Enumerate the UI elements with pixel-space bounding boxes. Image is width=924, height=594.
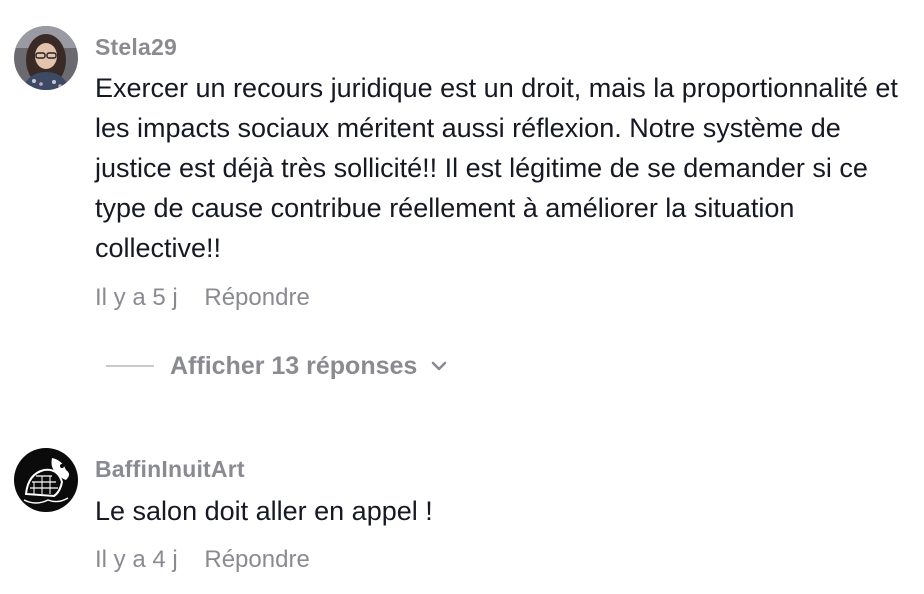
user-avatar-image — [14, 448, 78, 512]
view-replies-label: Afficher 13 réponses — [170, 351, 418, 380]
comment-meta: Il y a 4 j Répondre — [95, 546, 310, 574]
comment-meta: Il y a 5 j Répondre — [95, 284, 310, 312]
view-replies-button[interactable]: Afficher 13 réponses — [106, 346, 449, 386]
comment-item: BaffinInuitArt Le salon doit aller en ap… — [0, 430, 924, 594]
avatar[interactable] — [14, 448, 78, 512]
divider-line — [106, 365, 154, 367]
comment-text: Exercer un recours juridique est un droi… — [95, 73, 898, 263]
user-avatar-image — [14, 26, 78, 90]
comment-timestamp: Il y a 4 j — [95, 546, 178, 573]
reply-button[interactable]: Répondre — [204, 284, 309, 311]
avatar[interactable] — [14, 26, 78, 90]
comment-text: Le salon doit aller en appel ! — [95, 496, 433, 526]
comment-username[interactable]: Stela29 — [95, 34, 177, 61]
chevron-down-icon — [429, 356, 449, 376]
comment-username[interactable]: BaffinInuitArt — [95, 456, 245, 483]
reply-button[interactable]: Répondre — [204, 546, 309, 573]
comment-item: Stela29 Exercer un recours juridique est… — [0, 0, 924, 330]
comment-timestamp: Il y a 5 j — [95, 284, 178, 311]
